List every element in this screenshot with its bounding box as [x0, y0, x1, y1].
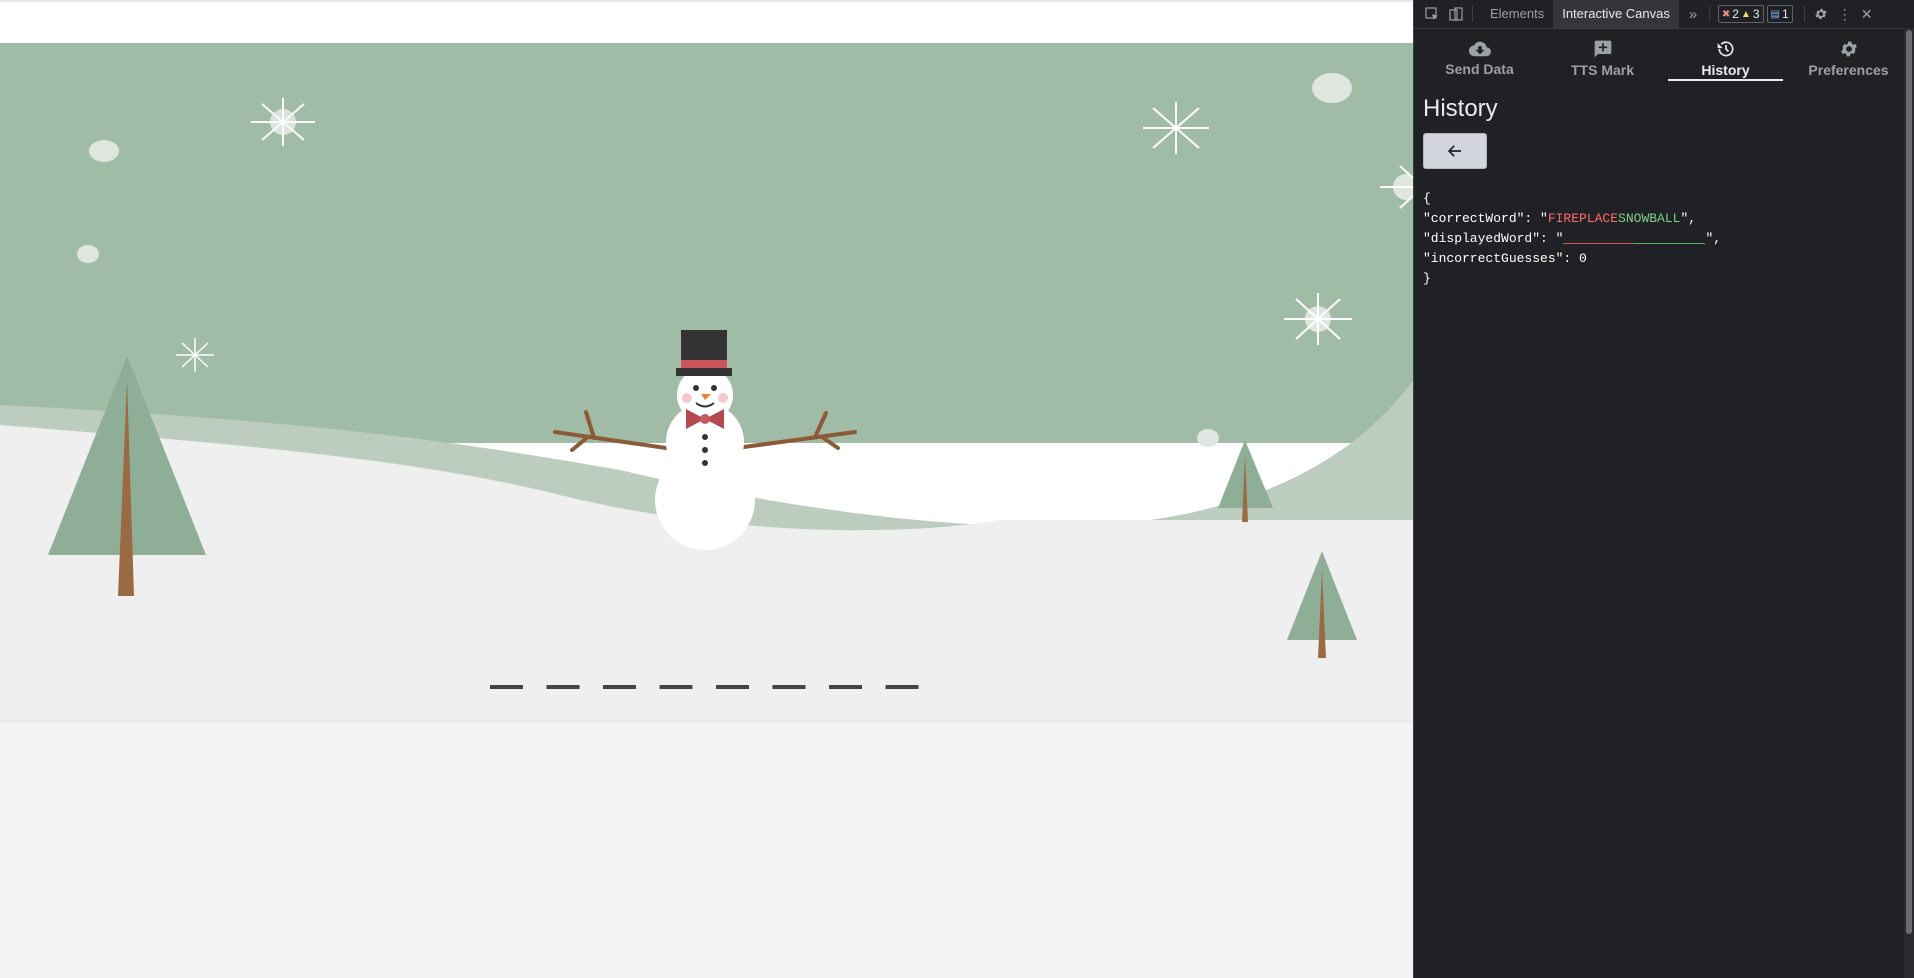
tab-preferences[interactable]: Preferences	[1787, 33, 1910, 83]
scrollbar-thumb[interactable]	[1906, 30, 1912, 934]
cloud-download-icon	[1468, 41, 1491, 56]
back-button[interactable]	[1423, 133, 1487, 169]
settings-gear-icon[interactable]	[1813, 6, 1829, 22]
json-correct-end: ",	[1680, 211, 1697, 226]
json-displayed-key: "displayedWord": "	[1423, 231, 1564, 246]
messages-badge[interactable]: ▤ 1	[1766, 5, 1793, 23]
game-page	[0, 0, 1413, 978]
history-json: { "correctWord": "FIREPLACESNOWBALL", "d…	[1423, 189, 1721, 289]
history-icon	[1717, 40, 1733, 56]
devtools-scrollbar[interactable]	[1904, 28, 1914, 978]
displayed-word-underscores	[1563, 232, 1706, 245]
messages-count: 1	[1782, 7, 1789, 21]
more-tabs-icon[interactable]: »	[1685, 6, 1701, 23]
devtools-panel: Elements Interactive Canvas » ✖ 2 ▲ 3 ▤ 1 ⋮…	[1413, 0, 1914, 978]
more-options-icon[interactable]: ⋮	[1837, 6, 1853, 22]
tab-elements[interactable]: Elements	[1481, 0, 1553, 28]
json-open: {	[1423, 191, 1431, 206]
letter-blank	[829, 685, 862, 689]
toolbar-separator	[1708, 6, 1710, 22]
errors-count: 2	[1732, 7, 1739, 21]
snow-dot	[77, 245, 99, 263]
devtools-toolbar: Elements Interactive Canvas » ✖ 2 ▲ 3 ▤ 1 ⋮…	[1414, 0, 1914, 29]
bottom-ground	[0, 722, 1413, 978]
arrow-back-icon	[1447, 145, 1461, 157]
snow-dot	[1312, 73, 1352, 103]
gear-icon	[1840, 41, 1857, 56]
tab-tts-mark[interactable]: TTS Mark	[1541, 33, 1664, 83]
warning-icon: ▲	[1740, 8, 1751, 20]
tab-preferences-label: Preferences	[1808, 61, 1889, 78]
errors-badge[interactable]: ✖ 2 ▲ 3	[1717, 5, 1764, 23]
json-displayed-end: ",	[1705, 231, 1722, 246]
tab-send-data-label: Send Data	[1445, 60, 1514, 77]
json-incorrect-line: "incorrectGuesses": 0	[1423, 251, 1587, 266]
snow-dot	[1197, 429, 1219, 447]
add-comment-icon	[1594, 40, 1611, 57]
game-canvas[interactable]	[0, 43, 1413, 978]
json-correct-key: "correctWord": "	[1423, 211, 1548, 226]
tab-history[interactable]: History	[1664, 33, 1787, 83]
correct-word-part2: SNOWBALL	[1618, 211, 1681, 226]
json-close: }	[1423, 271, 1431, 286]
toolbar-separator	[1803, 6, 1805, 22]
extension-tabs: Send Data TTS Mark History Preferences	[1414, 33, 1914, 83]
tab-interactive-canvas[interactable]: Interactive Canvas	[1553, 0, 1679, 28]
toolbar-separator	[1472, 6, 1473, 22]
bottom-ground-edge	[0, 720, 1413, 723]
page-top-bar	[0, 0, 1413, 43]
letter-blank	[490, 685, 523, 689]
message-icon: ▤	[1770, 8, 1780, 20]
panel-title: History	[1423, 95, 1498, 122]
device-toolbar-icon[interactable]	[1448, 6, 1464, 22]
letter-blank	[659, 685, 693, 689]
correct-word-part1: FIREPLACE	[1547, 211, 1619, 226]
letter-blank	[603, 685, 636, 689]
tab-tts-mark-label: TTS Mark	[1570, 61, 1634, 78]
letter-blank	[546, 685, 580, 689]
letter-blank	[885, 685, 919, 689]
close-devtools-icon[interactable]: ✕	[1859, 6, 1875, 22]
tab-send-data[interactable]: Send Data	[1418, 33, 1541, 83]
tab-history-label: History	[1701, 61, 1750, 78]
error-icon: ✖	[1721, 8, 1731, 20]
snow-dot	[89, 140, 119, 162]
inspect-element-icon[interactable]	[1424, 6, 1440, 22]
warnings-count: 3	[1752, 7, 1760, 21]
letter-blank	[716, 685, 749, 689]
letter-blank	[772, 685, 806, 689]
